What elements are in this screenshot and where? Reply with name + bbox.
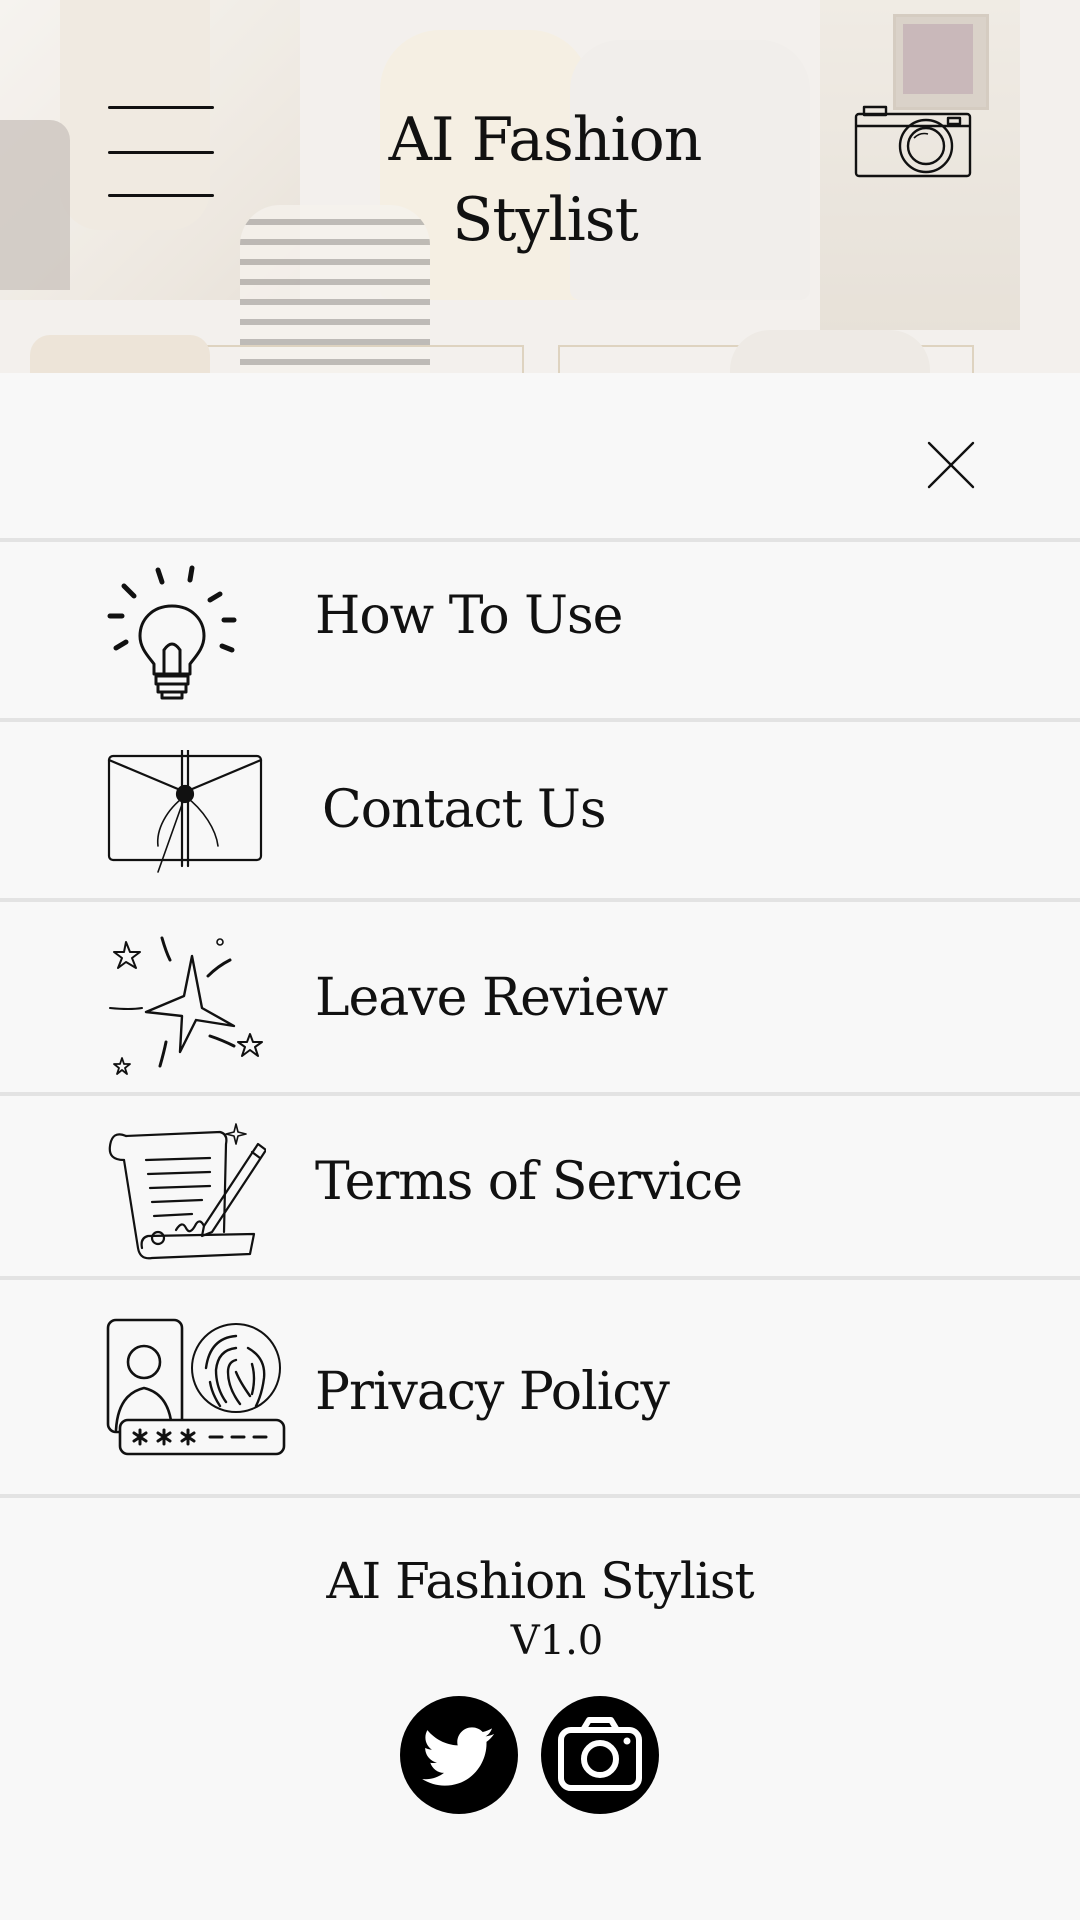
menu-item-label: Privacy Policy bbox=[315, 1362, 670, 1422]
menu-item-privacy-policy[interactable]: Privacy Policy bbox=[0, 1280, 1080, 1494]
app-title: AI Fashion Stylist bbox=[388, 105, 703, 255]
privacy-id-fingerprint-icon bbox=[106, 1318, 286, 1456]
hamburger-menu-button[interactable] bbox=[108, 106, 214, 198]
menu-item-label: Terms of Service bbox=[315, 1152, 743, 1212]
close-menu-button[interactable] bbox=[925, 439, 977, 491]
twitter-icon bbox=[422, 1727, 494, 1786]
side-menu-panel: How To Use Contact Us Leave Review Terms… bbox=[0, 373, 1080, 1920]
camera-button[interactable] bbox=[852, 104, 974, 180]
menu-item-label: How To Use bbox=[315, 586, 623, 646]
footer-app-name: AI Fashion Stylist bbox=[326, 1552, 754, 1610]
twitter-button[interactable] bbox=[400, 1696, 518, 1814]
menu-item-how-to-use[interactable]: How To Use bbox=[0, 542, 1080, 718]
menu-item-label: Leave Review bbox=[315, 968, 668, 1028]
close-icon bbox=[927, 441, 975, 489]
app-header: AI Fashion Stylist bbox=[0, 0, 1080, 373]
instagram-icon bbox=[558, 1717, 642, 1791]
camera-icon bbox=[854, 105, 972, 178]
hamburger-menu-icon bbox=[108, 106, 214, 109]
menu-divider bbox=[0, 1494, 1080, 1498]
lightbulb-icon bbox=[107, 565, 237, 700]
app-version: V1.0 bbox=[510, 1618, 604, 1664]
menu-item-contact-us[interactable]: Contact Us bbox=[0, 722, 1080, 898]
app-screen: AI Fashion Stylist How To Use Contact Us… bbox=[0, 0, 1080, 1920]
envelope-icon bbox=[107, 750, 263, 873]
instagram-button[interactable] bbox=[541, 1696, 659, 1814]
menu-item-label: Contact Us bbox=[322, 780, 607, 840]
sparkle-star-icon bbox=[109, 936, 263, 1075]
menu-item-leave-review[interactable]: Leave Review bbox=[0, 902, 1080, 1092]
scroll-contract-icon bbox=[108, 1123, 266, 1260]
menu-item-terms-of-service[interactable]: Terms of Service bbox=[0, 1096, 1080, 1276]
